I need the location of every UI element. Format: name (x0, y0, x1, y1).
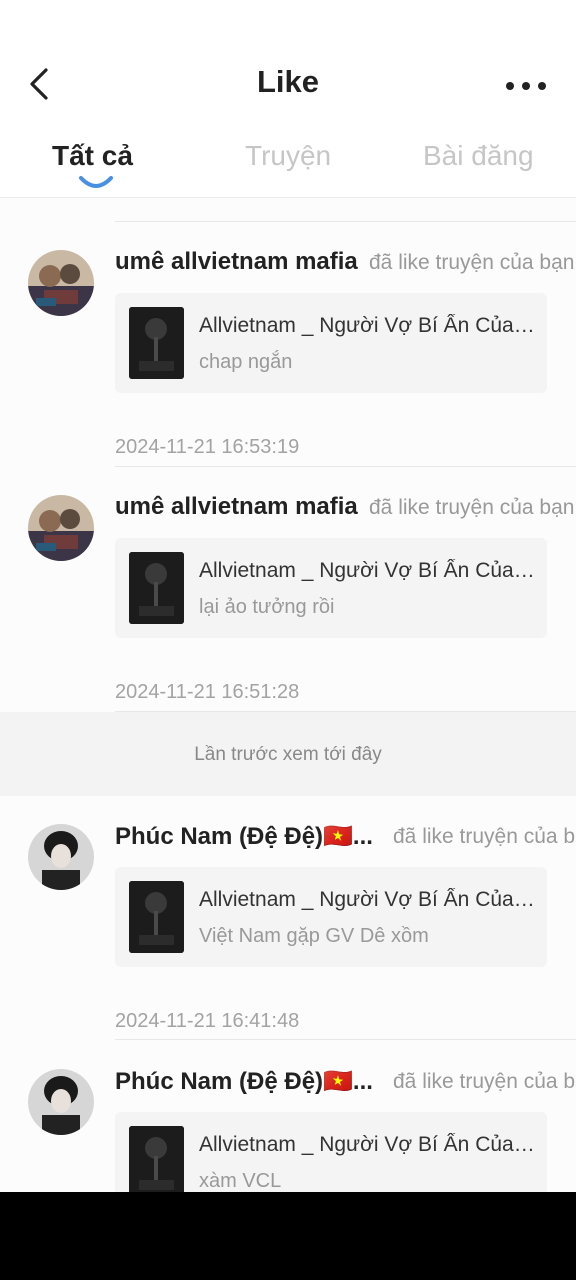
more-options-button[interactable] (504, 74, 548, 98)
avatar[interactable] (28, 495, 94, 561)
user-avatar-image (28, 495, 94, 561)
action-text: đã like truyện của bạn (369, 251, 575, 274)
story-cover (129, 307, 184, 379)
chapter-name: Việt Nam gặp GV Dê xồm (199, 925, 429, 947)
top-bar: Like (0, 0, 576, 130)
more-horizontal-icon (506, 82, 546, 90)
user-avatar-image (28, 824, 94, 890)
story-title: Allvietnam _ Người Vợ Bí Ẩn Của Tổng Tài (199, 559, 539, 582)
story-title: Allvietnam _ Người Vợ Bí Ẩn Của Tổng Tài (199, 888, 539, 911)
username[interactable]: umê allvietnam mafia (115, 248, 358, 276)
story-card[interactable]: Allvietnam _ Người Vợ Bí Ẩn Của Tổng Tài… (115, 867, 547, 967)
username[interactable]: Phúc Nam (Đệ Đệ)🇻🇳... (115, 822, 373, 851)
action-text: đã like truyện của bạn (393, 1070, 576, 1093)
story-cover-image (129, 881, 184, 953)
story-card[interactable]: Allvietnam _ Người Vợ Bí Ẩn Của Tổng Tài… (115, 1112, 547, 1192)
story-title: Allvietnam _ Người Vợ Bí Ẩn Của Tổng Tài (199, 314, 539, 337)
avatar[interactable] (28, 824, 94, 890)
tab-indicator (79, 176, 113, 188)
timestamp: 2024-11-21 16:41:48 (115, 1010, 300, 1032)
story-card[interactable]: Allvietnam _ Người Vợ Bí Ẩn Của Tổng Tài… (115, 538, 547, 638)
app-screen: Like Tất cả Truyện Bài đăng umê allvietn… (0, 0, 576, 1280)
timestamp: 2024-11-21 16:53:19 (115, 436, 300, 458)
notification-list: umê allvietnam mafia đã like truyện của … (0, 198, 576, 1192)
action-text: đã like truyện của bạn (369, 496, 575, 519)
tab-all[interactable]: Tất cả (52, 140, 133, 172)
chapter-name: xàm VCL (199, 1170, 282, 1192)
avatar[interactable] (28, 250, 94, 316)
story-cover-image (129, 1126, 184, 1192)
avatar[interactable] (28, 1069, 94, 1135)
username[interactable]: umê allvietnam mafia (115, 493, 358, 521)
story-cover-image (129, 552, 184, 624)
timestamp: 2024-11-21 16:51:28 (115, 681, 300, 703)
user-avatar-image (28, 250, 94, 316)
story-title: Allvietnam _ Người Vợ Bí Ẩn Của Tổng Tài (199, 1133, 539, 1156)
page-title: Like (256, 64, 320, 99)
story-cover (129, 552, 184, 624)
last-viewed-divider: Lần trước xem tới đây (0, 712, 576, 796)
story-cover (129, 1126, 184, 1192)
tab-bar: Tất cả Truyện Bài đăng (0, 130, 576, 198)
last-viewed-label: Lần trước xem tới đây (194, 744, 382, 765)
action-text: đã like truyện của bạn (393, 825, 576, 848)
chapter-name: lại ảo tưởng rồi (199, 596, 335, 618)
user-avatar-image (28, 1069, 94, 1135)
list-separator (115, 1039, 576, 1040)
tab-posts[interactable]: Bài đăng (423, 140, 534, 172)
username[interactable]: Phúc Nam (Đệ Đệ)🇻🇳... (115, 1067, 373, 1096)
story-card[interactable]: Allvietnam _ Người Vợ Bí Ẩn Của Tổng Tài… (115, 293, 547, 393)
list-item[interactable]: umê allvietnam mafia đã like truyện của … (0, 222, 576, 466)
list-item[interactable]: umê allvietnam mafia đã like truyện của … (0, 467, 576, 711)
chapter-name: chap ngắn (199, 351, 293, 373)
system-navigation-bar (0, 1192, 576, 1280)
tab-stories[interactable]: Truyện (245, 140, 331, 172)
story-cover (129, 881, 184, 953)
list-item[interactable]: Phúc Nam (Đệ Đệ)🇻🇳... đã like truyện của… (0, 1041, 576, 1192)
story-cover-image (129, 307, 184, 379)
list-item[interactable]: Phúc Nam (Đệ Đệ)🇻🇳... đã like truyện của… (0, 796, 576, 1040)
